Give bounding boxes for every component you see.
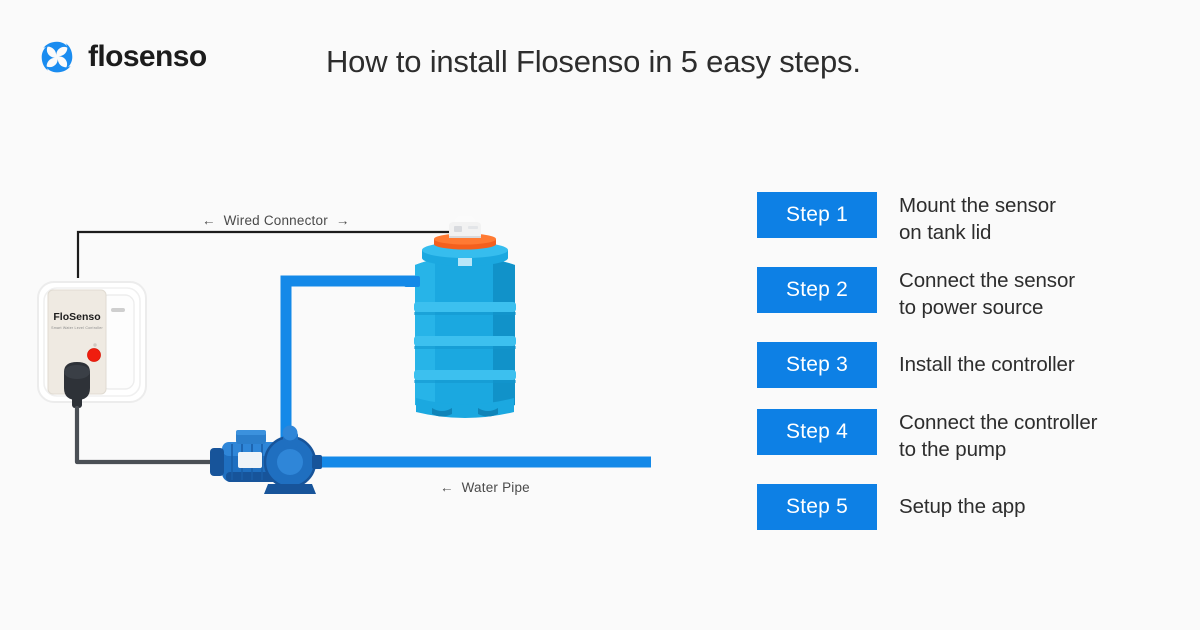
wired-connector-line xyxy=(76,230,467,278)
step-row-1[interactable]: Step 1 Mount the sensor on tank lid xyxy=(757,192,1177,246)
step-badge-3: Step 3 xyxy=(757,342,877,388)
controller-device[interactable]: FloSenso Smart Water Level Controller xyxy=(37,281,147,408)
step-badge-1: Step 1 xyxy=(757,192,877,238)
label-wired-connector-text: Wired Connector xyxy=(223,213,328,228)
controller-brand-label: FloSenso xyxy=(53,311,100,323)
label-wired-connector: ← Wired Connector → xyxy=(202,213,350,228)
installation-diagram: FloSenso Smart Water Level Controller ← … xyxy=(0,150,720,550)
step-row-2[interactable]: Step 2 Connect the sensor to power sourc… xyxy=(757,267,1177,321)
step-description-4-line-1: Connect the controller xyxy=(899,411,1098,434)
step-description-4: Connect the controller to the pump xyxy=(899,409,1097,463)
step-description-1-line-2: on tank lid xyxy=(899,221,992,244)
steps-list: Step 1 Mount the sensor on tank lid Step… xyxy=(757,192,1177,530)
controller-sub-label: Smart Water Level Controller xyxy=(51,326,103,330)
arrow-right-icon: → xyxy=(335,213,350,228)
step-description-1-line-1: Mount the sensor xyxy=(899,194,1056,217)
step-badge-2: Step 2 xyxy=(757,267,877,313)
step-description-3: Install the controller xyxy=(899,342,1075,378)
step-description-3-line-1: Install the controller xyxy=(899,353,1075,376)
step-description-2-line-1: Connect the sensor xyxy=(899,269,1075,292)
step-row-3[interactable]: Step 3 Install the controller xyxy=(757,342,1177,388)
label-water-pipe: ← Water Pipe xyxy=(440,480,530,495)
power-cable xyxy=(74,405,225,465)
step-badge-4: Step 4 xyxy=(757,409,877,455)
water-pump xyxy=(210,425,322,494)
step-badge-5: Step 5 xyxy=(757,484,877,530)
brand-name: flosenso xyxy=(88,40,207,73)
label-water-pipe-text: Water Pipe xyxy=(461,480,530,495)
arrow-left-icon-pipe: ← xyxy=(440,480,454,495)
step-description-2: Connect the sensor to power source xyxy=(899,267,1075,321)
step-description-5-line-1: Setup the app xyxy=(899,495,1026,518)
brand-logo[interactable]: flosenso xyxy=(36,36,207,78)
page-header: flosenso How to install Flosenso in 5 ea… xyxy=(0,0,1200,118)
step-description-1: Mount the sensor on tank lid xyxy=(899,192,1056,246)
arrow-left-icon: ← xyxy=(202,213,216,228)
page-title: How to install Flosenso in 5 easy steps. xyxy=(326,44,861,79)
water-tank xyxy=(404,216,516,418)
diagram-canvas: FloSenso Smart Water Level Controller xyxy=(37,216,651,494)
step-description-5: Setup the app xyxy=(899,484,1025,520)
step-description-2-line-2: to power source xyxy=(899,296,1044,319)
step-row-5[interactable]: Step 5 Setup the app xyxy=(757,484,1177,530)
swirl-pinwheel-icon xyxy=(36,36,78,78)
step-description-4-line-2: to the pump xyxy=(899,438,1007,461)
step-row-4[interactable]: Step 4 Connect the controller to the pum… xyxy=(757,409,1177,463)
